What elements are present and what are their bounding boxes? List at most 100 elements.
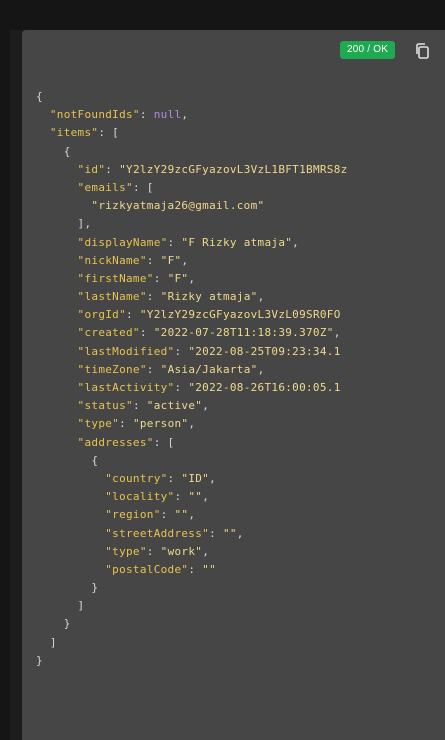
json-punctuation: :: [174, 490, 189, 504]
json-punctuation: ,: [188, 508, 196, 522]
json-punctuation: ,: [181, 253, 189, 267]
json-line: "orgId": "Y2lzY29zcGFyazovL3VzL09SR0FO: [36, 306, 445, 324]
json-punctuation: :: [209, 526, 223, 540]
json-punctuation: [36, 272, 78, 285]
json-punctuation: :: [146, 290, 161, 304]
json-line: {: [36, 143, 445, 161]
json-punctuation: }: [36, 581, 99, 595]
json-punctuation: : [: [98, 126, 120, 140]
json-string-value: "person": [132, 417, 189, 431]
json-punctuation: [36, 199, 91, 212]
json-punctuation: :: [139, 108, 154, 122]
json-punctuation: ,: [333, 326, 341, 340]
json-line: "streetAddress": "",: [36, 525, 445, 543]
json-line: "items": [: [36, 124, 445, 142]
json-line: "lastActivity": "2022-08-26T16:00:05.1: [36, 379, 445, 397]
json-line: "locality": "",: [36, 488, 445, 506]
json-string-value: "ID": [181, 471, 210, 485]
json-key: "emails": [77, 180, 133, 194]
json-punctuation: [36, 436, 78, 449]
json-punctuation: ,: [202, 399, 210, 413]
left-strip: [0, 0, 10, 740]
json-punctuation: [36, 308, 78, 321]
json-line: {: [36, 452, 445, 470]
json-punctuation: ,: [181, 108, 189, 122]
json-key: "streetAddress": [105, 526, 210, 540]
json-key: "firstName": [77, 271, 154, 285]
json-key: "lastModified": [77, 344, 175, 358]
json-string-value: "2022-08-25T09:23:34.1: [188, 344, 341, 358]
json-key: "orgId": [77, 308, 127, 322]
json-key: "type": [105, 544, 147, 558]
status-badge: 200 / OK: [340, 41, 396, 59]
json-punctuation: [36, 345, 78, 358]
json-line: }: [36, 652, 445, 670]
json-punctuation: [36, 163, 78, 176]
json-punctuation: {: [36, 144, 71, 158]
json-punctuation: [36, 563, 105, 576]
json-key: "locality": [105, 490, 175, 504]
json-string-value: "Rizky atmaja": [160, 290, 258, 304]
json-line: "country": "ID",: [36, 470, 445, 488]
json-response-body: { "notFoundIds": null, "items": [ { "id"…: [36, 88, 445, 670]
json-punctuation: [36, 181, 78, 194]
json-string-value: "F": [167, 271, 189, 285]
json-string-value: "Asia/Jakarta": [160, 362, 258, 376]
json-punctuation: ,: [257, 362, 265, 376]
json-punctuation: [36, 290, 78, 303]
json-punctuation: :: [146, 253, 161, 267]
json-punctuation: ,: [209, 471, 217, 485]
json-punctuation: ],: [36, 217, 92, 231]
json-key: "timeZone": [77, 362, 147, 376]
json-key: "items": [49, 126, 99, 140]
json-punctuation: [36, 254, 78, 267]
json-punctuation: :: [146, 362, 161, 376]
json-string-value: "work": [160, 544, 203, 558]
json-line: "displayName": "F Rizky atmaja",: [36, 234, 445, 252]
json-line: "postalCode": "": [36, 561, 445, 579]
json-line: ]: [36, 634, 445, 652]
json-key: "nickName": [77, 253, 147, 267]
json-line: "type": "person",: [36, 415, 445, 433]
json-key: "type": [77, 417, 120, 431]
json-string-value: "": [202, 562, 217, 576]
json-punctuation: :: [174, 381, 189, 394]
json-punctuation: }: [36, 653, 43, 667]
json-punctuation: [36, 363, 78, 376]
json-punctuation: : [: [132, 180, 154, 194]
json-punctuation: [36, 472, 105, 485]
json-string-value: "": [174, 508, 189, 522]
json-line: "lastName": "Rizky atmaja",: [36, 288, 445, 306]
json-string-value: "": [222, 526, 237, 540]
json-key: "lastName": [77, 290, 147, 304]
json-punctuation: :: [174, 344, 189, 358]
json-key: "notFoundIds": [49, 108, 140, 122]
json-punctuation: [36, 527, 105, 540]
json-punctuation: :: [167, 235, 182, 249]
copy-icon[interactable]: [414, 42, 430, 60]
json-key: "addresses": [77, 435, 154, 449]
json-punctuation: [36, 108, 50, 121]
json-key: "country": [105, 471, 168, 485]
json-line: "lastModified": "2022-08-25T09:23:34.1: [36, 343, 445, 361]
json-punctuation: :: [188, 562, 203, 576]
json-line: ],: [36, 215, 445, 233]
json-line: }: [36, 579, 445, 597]
json-line: "type": "work",: [36, 543, 445, 561]
json-string-value: "active": [146, 399, 203, 413]
top-strip: [0, 0, 445, 30]
json-punctuation: [36, 399, 78, 412]
json-line: "rizkyatmaja26@gmail.com": [36, 197, 445, 215]
json-punctuation: }: [36, 617, 71, 631]
json-line: "nickName": "F",: [36, 252, 445, 270]
json-punctuation: [36, 326, 78, 339]
json-punctuation: {: [36, 90, 43, 103]
json-key: "id": [77, 162, 106, 176]
json-key: "lastActivity": [77, 381, 175, 394]
json-line: ]: [36, 597, 445, 615]
json-key: "displayName": [77, 235, 168, 249]
json-punctuation: ,: [202, 490, 210, 504]
json-line: "timeZone": "Asia/Jakarta",: [36, 361, 445, 379]
json-punctuation: ,: [292, 235, 300, 249]
json-punctuation: :: [146, 544, 161, 558]
